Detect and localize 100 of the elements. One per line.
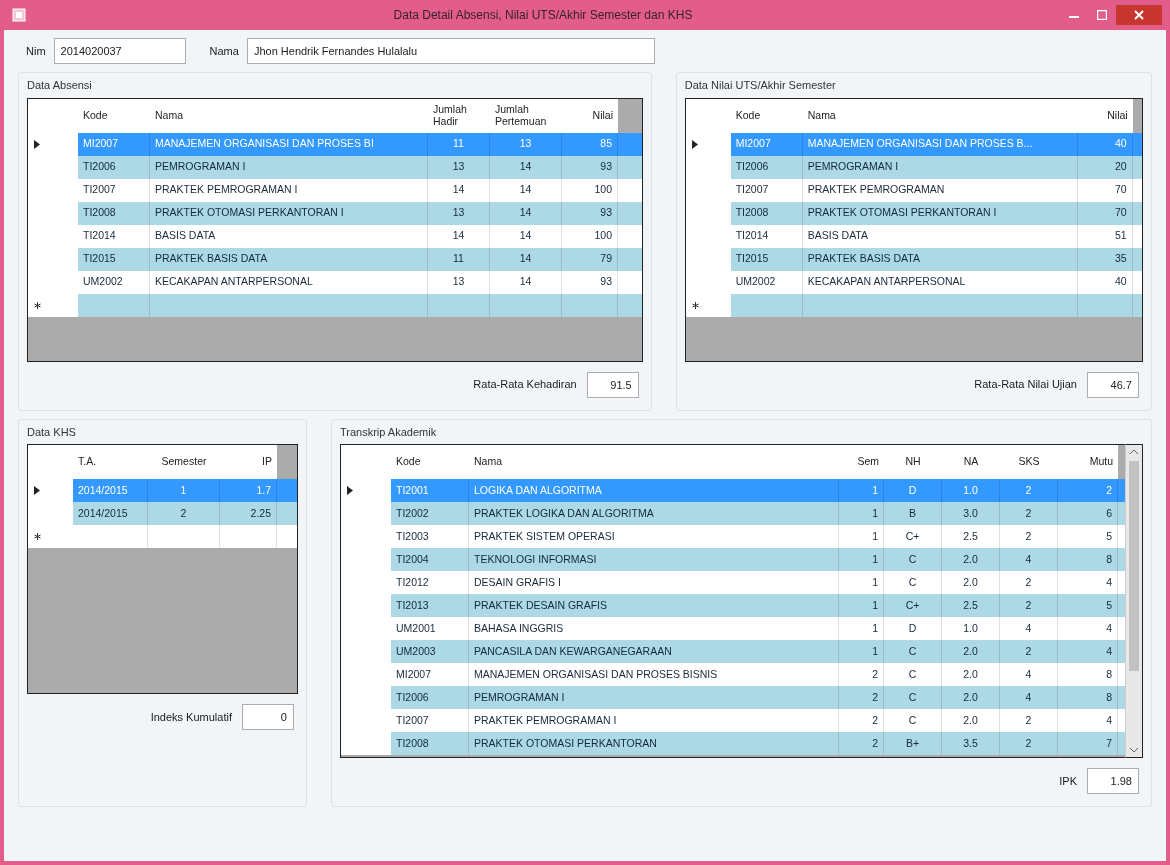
table-cell: BASIS DATA	[150, 224, 428, 248]
table-row[interactable]: 2014/2015 2 2.25	[28, 502, 297, 525]
table-cell: PRAKTEK PEMROGRAMAN	[802, 178, 1078, 202]
group-title: Data Nilai UTS/Akhir Semester	[684, 78, 837, 93]
group-title: Data KHS	[27, 424, 77, 440]
column-header[interactable]: Kode	[730, 98, 803, 133]
table-cell: PRAKTEK BASIS DATA	[150, 247, 428, 271]
table-cell: 40	[1077, 270, 1133, 294]
group-title: Transkrip Akademik	[340, 424, 438, 440]
table-cell: 14	[490, 155, 562, 179]
table-cell: 14	[490, 270, 562, 294]
table-cell: KECAKAPAN ANTARPERSONAL	[150, 270, 428, 294]
table-cell: 70	[1077, 201, 1133, 225]
field-label: Nim	[26, 43, 46, 59]
table-cell: 2	[839, 732, 884, 755]
table-cell: PRAKTEK BASIS DATA	[802, 247, 1078, 271]
field-label: Indeks Kumulatif	[150, 709, 232, 725]
table-cell: TI2008	[78, 201, 150, 225]
table-row[interactable]: TI2015 PRAKTEK BASIS DATA 11 14 79	[28, 247, 642, 271]
new-row-icon	[34, 301, 41, 309]
table-row[interactable]: TI2008 PRAKTEK OTOMASI PERKANTORAN 2 B+ 3.5 2 7	[341, 732, 1125, 755]
table-cell: 93	[562, 201, 618, 225]
scrollbar[interactable]	[1125, 444, 1143, 758]
table-row[interactable]: UM2003 PANCASILA DAN KEWARGANEGARAAN 1 C 2.0 2 4	[341, 640, 1125, 663]
value-field[interactable]: 91.5	[586, 371, 639, 398]
table-cell: MANAJEMEN ORGANISASI DAN PROSES BI	[150, 132, 428, 156]
maximize-icon	[1097, 10, 1107, 20]
table-cell: PEMROGRAMAN I	[802, 155, 1078, 179]
new-row-icon	[691, 301, 699, 309]
column-header[interactable]: Mutu	[1058, 445, 1118, 479]
scroll-thumb[interactable]	[1129, 461, 1139, 671]
table-row[interactable]: TI2004 TEKNOLOGI INFORMASI 1 C 2.0 4 8	[341, 548, 1125, 571]
table-cell: 14	[428, 178, 490, 202]
table-row[interactable]: TI2006 PEMROGRAMAN I 2 C 2.0 4 8	[341, 686, 1125, 709]
column-header[interactable]: Jumlah Pertemuan	[490, 98, 562, 133]
table-row[interactable]: TI2002 PRAKTEK LOGIKA DAN ALGORITMA 1 B 3.0 2 6	[341, 502, 1125, 525]
table-cell: TI2008	[391, 732, 469, 755]
column-header[interactable]: IP	[220, 445, 277, 479]
column-header[interactable]: Nama	[802, 98, 1078, 133]
column-header[interactable]: Sem	[839, 445, 884, 479]
current-row-icon	[34, 486, 40, 495]
table-cell: TI2006	[78, 155, 150, 179]
column-header[interactable]: SKS	[1000, 445, 1058, 479]
column-header[interactable]: T.A.	[73, 445, 148, 479]
group-title: Data Absensi	[27, 78, 93, 93]
table-cell: 7	[1058, 732, 1118, 755]
table-cell: TI2006	[730, 155, 803, 179]
table-cell: 85	[562, 132, 618, 156]
table-row[interactable]: TI2008 PRAKTEK OTOMASI PERKANTORAN I 70	[685, 201, 1142, 225]
table-row[interactable]: TI2006 PEMROGRAMAN I 13 14 93	[28, 155, 642, 179]
table-cell: MI2007	[730, 132, 803, 156]
table-cell: 14	[490, 201, 562, 225]
table-cell: TI2015	[78, 247, 150, 271]
table-cell: MI2007	[78, 132, 150, 156]
table-cell: PEMROGRAMAN I	[150, 155, 428, 179]
table-row[interactable]: TI2006 PEMROGRAMAN I 20	[685, 155, 1142, 179]
nim-field[interactable]: 2014020037	[53, 38, 186, 64]
value-field[interactable]: 0	[242, 704, 294, 730]
table-cell: PRAKTEK OTOMASI PERKANTORAN I	[150, 201, 428, 225]
value-field[interactable]: 46.7	[1087, 371, 1139, 398]
table-cell: 79	[562, 247, 618, 271]
column-header[interactable]: Jumlah Hadir	[428, 98, 490, 133]
table-cell: 93	[562, 155, 618, 179]
table-cell: 70	[1077, 178, 1133, 202]
column-header[interactable]: Nilai	[1077, 98, 1133, 133]
table-cell: PRAKTEK OTOMASI PERKANTORAN I	[802, 201, 1078, 225]
table-row[interactable]: TI2008 PRAKTEK OTOMASI PERKANTORAN I 13 14 93	[28, 201, 642, 225]
table-cell: TI2008	[730, 201, 803, 225]
table-row[interactable]: TI2013 PRAKTEK DESAIN GRAFIS 1 C+ 2.5 2 5	[341, 594, 1125, 617]
app-icon	[12, 8, 26, 22]
table-cell: TI2007	[78, 178, 150, 202]
close-button[interactable]	[1116, 5, 1162, 25]
table-cell: TI2014	[730, 224, 803, 248]
table-cell: 93	[562, 270, 618, 294]
table-cell: 11	[428, 247, 490, 271]
table-cell: 3.5	[942, 732, 1000, 755]
table-cell: 14	[490, 247, 562, 271]
value-field[interactable]: 1.98	[1087, 768, 1139, 794]
column-header[interactable]: Kode	[391, 445, 469, 479]
column-header[interactable]: Nilai	[562, 98, 618, 133]
table-cell: TI2007	[730, 178, 803, 202]
column-header[interactable]: Nama	[150, 98, 428, 133]
field-label: Rata-Rata Kehadiran	[473, 377, 577, 393]
name-field[interactable]: Jhon Hendrik Fernandes Hulalalu	[246, 38, 655, 64]
table-cell: UM2002	[730, 270, 803, 294]
table-cell: UM2002	[78, 270, 150, 294]
table-cell: 14	[490, 224, 562, 248]
column-header[interactable]: Semester	[148, 445, 220, 479]
column-header[interactable]: NH	[884, 445, 942, 479]
table-cell: TI2014	[78, 224, 150, 248]
window-title: Data Detail Absensi, Nilai UTS/Akhir Semester dan KHS	[392, 7, 694, 24]
table-cell: 14	[428, 224, 490, 248]
table-row[interactable]: TI2015 PRAKTEK BASIS DATA 35	[685, 247, 1142, 271]
current-row-icon	[34, 139, 40, 149]
column-header[interactable]: Kode	[78, 98, 150, 133]
column-header[interactable]: Nama	[469, 445, 839, 479]
column-header[interactable]: NA	[942, 445, 1000, 479]
current-row-icon	[691, 139, 698, 149]
table-cell: 2	[1000, 732, 1058, 755]
table-cell: 14	[490, 178, 562, 202]
